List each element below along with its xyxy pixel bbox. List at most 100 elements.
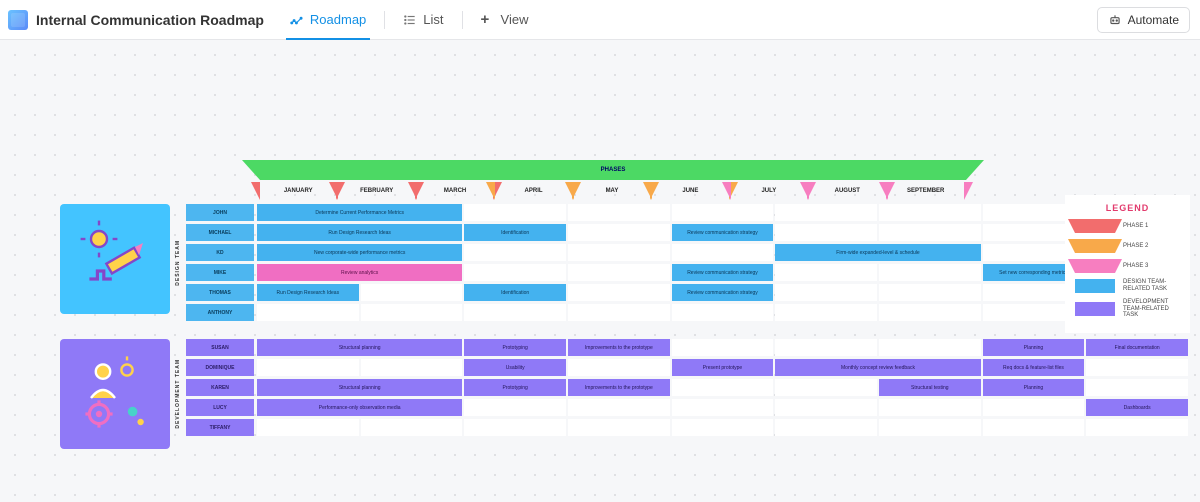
legend-item: DESIGN TEAM-RELATED TASK — [1075, 279, 1180, 293]
month-header: AUGUST — [809, 182, 885, 200]
dev-team-grid: DEVELOPMENT TEAM SUSANStructural plannin… — [60, 339, 1190, 449]
task-track: Review analytics Review communication str… — [257, 264, 1190, 281]
task-bar[interactable]: Firm-wide expanded-level & schedule — [775, 244, 980, 261]
task-bar[interactable]: Structural testing — [879, 379, 981, 396]
task-bar[interactable]: Final documentation — [1086, 339, 1188, 356]
month-header: MARCH — [417, 182, 493, 200]
design-rows: JOHNDetermine Current Performance Metric… — [186, 204, 1190, 321]
person-cell: JOHN — [186, 204, 254, 221]
table-row: DOMINIQUE Usability Present prototypeMonth… — [186, 359, 1190, 376]
roadmap-board: PHASES JANUARYFEBRUARYMARCHAPRILMAYJUNEJ… — [60, 160, 1190, 449]
roadmap-icon — [290, 13, 304, 27]
table-row: MICHAELRun Design Research IdeasIdentifi… — [186, 224, 1190, 241]
table-row: THOMASRun Design Research Ideas Identific… — [186, 284, 1190, 301]
design-team-image — [60, 204, 170, 314]
person-cell: SUSAN — [186, 339, 254, 356]
person-cell: TIFFANY — [186, 419, 254, 436]
person-cell: ANTHONY — [186, 304, 254, 321]
task-bar[interactable]: Run Design Research Ideas — [257, 224, 462, 241]
task-bar[interactable]: Improvements to the prototype — [568, 379, 670, 396]
month-header: MAY — [574, 182, 650, 200]
tab-add-view[interactable]: + View — [473, 0, 537, 40]
separator — [462, 11, 463, 29]
person-cell: DOMINIQUE — [186, 359, 254, 376]
tab-list-label: List — [423, 12, 443, 27]
person-cell: KAREN — [186, 379, 254, 396]
design-team-grid: DESIGN TEAM JOHNDetermine Current Perfor… — [60, 204, 1190, 321]
task-bar[interactable]: Usability — [464, 359, 566, 376]
months-row: JANUARYFEBRUARYMARCHAPRILMAYJUNEJULYAUGU… — [260, 182, 966, 200]
task-bar[interactable]: Present prototype — [672, 359, 774, 376]
board-icon — [8, 10, 28, 30]
task-bar[interactable]: Review communication strategy — [672, 224, 774, 241]
task-bar[interactable]: Req docs & feature-list files — [983, 359, 1085, 376]
month-header: JANUARY — [260, 182, 336, 200]
month-header: JULY — [731, 182, 807, 200]
task-bar[interactable]: Review communication strategy — [672, 264, 774, 281]
month-header: FEBRUARY — [338, 182, 414, 200]
task-bar[interactable]: Performance-only observation media — [257, 399, 462, 416]
list-icon — [403, 13, 417, 27]
legend-title: LEGEND — [1075, 203, 1180, 213]
task-track: Structural planningPrototypingImprovemen… — [257, 339, 1190, 356]
task-bar[interactable]: Review communication strategy — [672, 284, 774, 301]
task-bar[interactable]: Prototyping — [464, 339, 566, 356]
task-bar[interactable]: Structural planning — [257, 339, 462, 356]
legend-item: PHASE 3 — [1075, 259, 1180, 273]
top-toolbar: Internal Communication Roadmap Roadmap L… — [0, 0, 1200, 40]
dev-team-image — [60, 339, 170, 449]
task-bar[interactable]: New corporate-wide performance metrics — [257, 244, 462, 261]
task-track: Determine Current Performance Metrics — [257, 204, 1190, 221]
design-team-label: DESIGN TEAM — [170, 204, 186, 321]
task-track — [257, 304, 1190, 321]
task-bar[interactable]: Prototyping — [464, 379, 566, 396]
table-row: SUSANStructural planningPrototypingImpro… — [186, 339, 1190, 356]
phases-banner-label: PHASES — [601, 167, 626, 173]
dev-rows: SUSANStructural planningPrototypingImpro… — [186, 339, 1190, 449]
table-row: ANTHONY — [186, 304, 1190, 321]
task-track: New corporate-wide performance metrics Fi… — [257, 244, 1190, 261]
person-cell: THOMAS — [186, 284, 254, 301]
task-track: Performance-only observation media Dashbo… — [257, 399, 1190, 416]
legend-item: DEVELOPMENT TEAM-RELATED TASK — [1075, 299, 1180, 319]
task-track: Run Design Research IdeasIdentification R… — [257, 224, 1190, 241]
table-row: LUCYPerformance-only observation media Da… — [186, 399, 1190, 416]
person-cell: LUCY — [186, 399, 254, 416]
table-row: JOHNDetermine Current Performance Metric… — [186, 204, 1190, 221]
task-bar[interactable]: Structural planning — [257, 379, 462, 396]
person-cell: MICHAEL — [186, 224, 254, 241]
automate-button[interactable]: Automate — [1097, 7, 1190, 33]
month-header: SEPTEMBER — [888, 182, 964, 200]
page-title: Internal Communication Roadmap — [36, 12, 264, 28]
task-bar[interactable]: Planning — [983, 339, 1085, 356]
task-track: Structural planningPrototypingImprovemen… — [257, 379, 1190, 396]
legend-item: PHASE 1 — [1075, 219, 1180, 233]
legend-item: PHASE 2 — [1075, 239, 1180, 253]
month-header: JUNE — [652, 182, 728, 200]
task-bar[interactable]: Identification — [464, 224, 566, 241]
task-track — [257, 419, 1190, 436]
automate-label: Automate — [1128, 13, 1179, 27]
table-row: TIFFANY — [186, 419, 1190, 436]
legend: LEGEND PHASE 1 PHASE 2 PHASE 3 DESIGN TEAM-… — [1065, 195, 1190, 333]
task-bar[interactable]: Run Design Research Ideas — [257, 284, 359, 301]
table-row: MIKEReview analyticsReview communication… — [186, 264, 1190, 281]
task-bar[interactable]: Dashboards — [1086, 399, 1188, 416]
phases-banner: PHASES — [260, 160, 966, 180]
task-bar[interactable]: Review analytics — [257, 264, 462, 281]
dev-team-label: DEVELOPMENT TEAM — [170, 339, 186, 449]
plus-icon: + — [481, 13, 495, 27]
task-bar[interactable]: Identification — [464, 284, 566, 301]
task-bar[interactable]: Planning — [983, 379, 1085, 396]
table-row: KDNew corporate-wide performance metrics… — [186, 244, 1190, 261]
tab-roadmap-label: Roadmap — [310, 12, 366, 27]
task-bar[interactable]: Determine Current Performance Metrics — [257, 204, 462, 221]
task-bar[interactable]: Improvements to the prototype — [568, 339, 670, 356]
task-bar[interactable]: Monthly concept review feedback — [775, 359, 980, 376]
tab-add-view-label: View — [501, 12, 529, 27]
tab-list[interactable]: List — [395, 0, 451, 40]
tab-roadmap[interactable]: Roadmap — [282, 0, 374, 40]
separator — [384, 11, 385, 29]
person-cell: KD — [186, 244, 254, 261]
table-row: KARENStructural planningPrototypingImpro… — [186, 379, 1190, 396]
